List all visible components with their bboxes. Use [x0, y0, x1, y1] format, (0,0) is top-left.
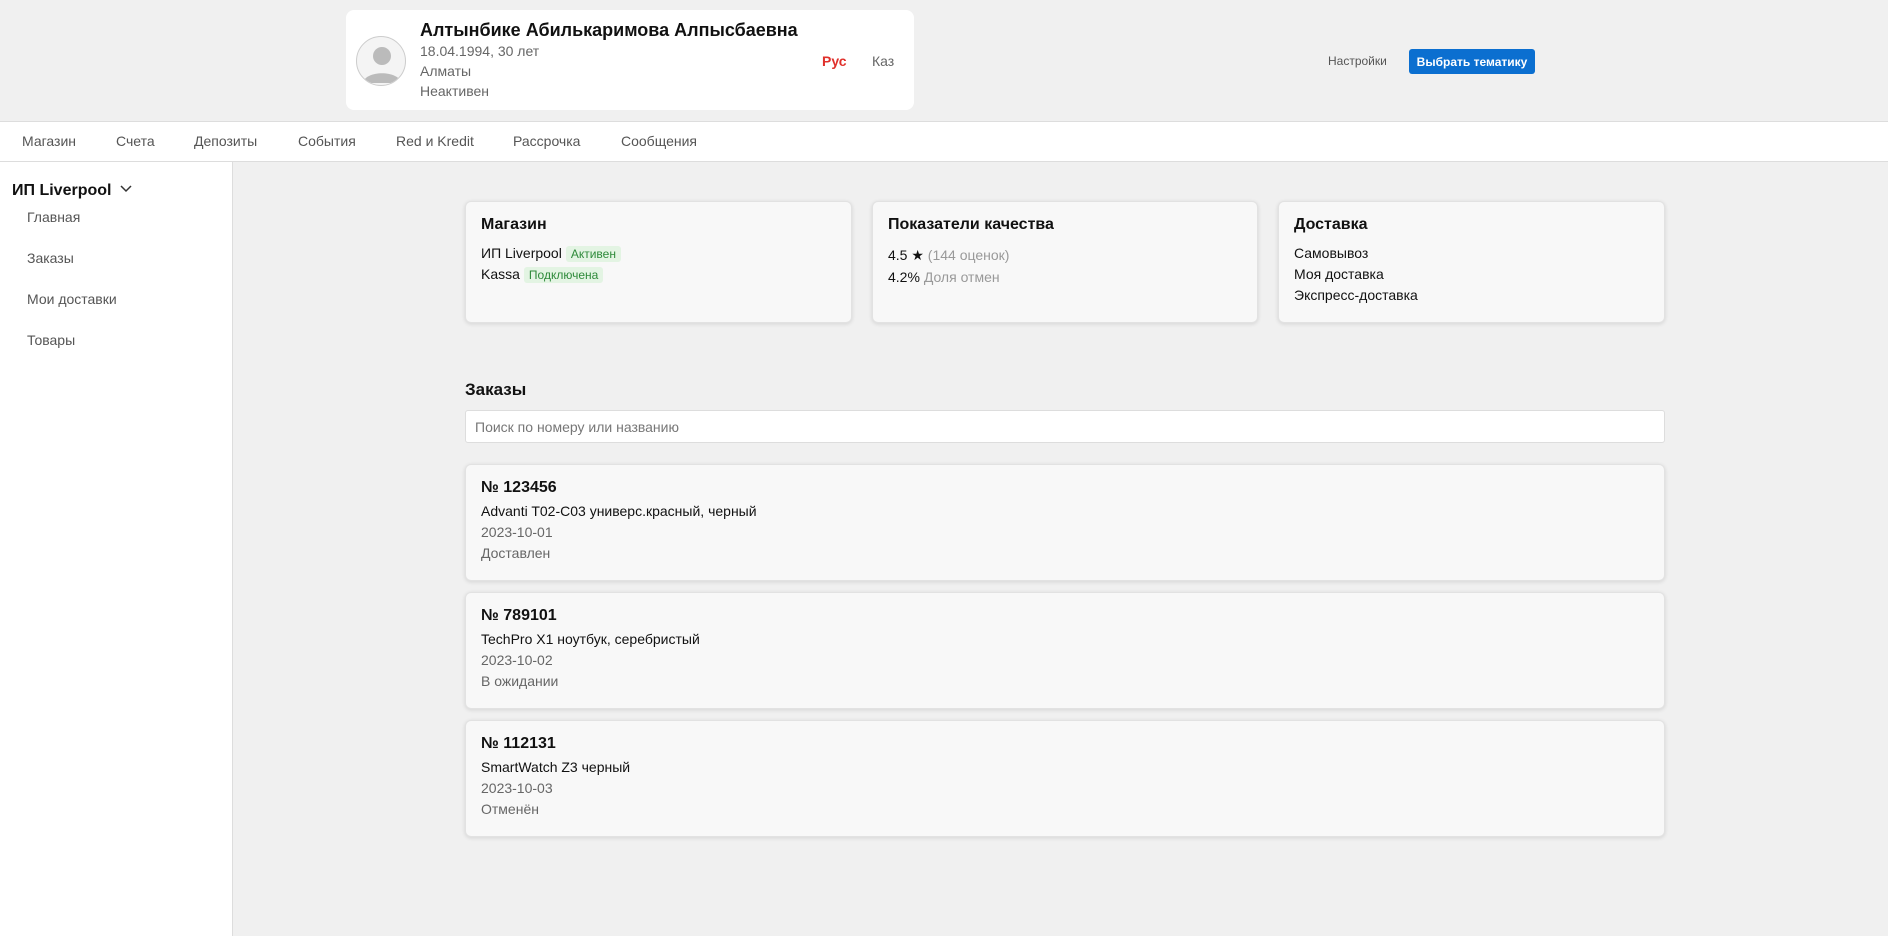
choose-theme-button[interactable]: Выбрать тематику: [1409, 49, 1535, 74]
shop-kassa-name: Kassa: [481, 266, 520, 282]
sidebar: ИП Liverpool Главная Заказы Мои доставки…: [0, 162, 233, 936]
delivery-card-title: Доставка: [1294, 216, 1368, 233]
delivery-option: Моя доставка: [1294, 266, 1384, 282]
order-product-name: TechPro X1 ноутбук, серебристый: [481, 631, 700, 647]
cancel-rate-note: Доля отмен: [923, 269, 1000, 285]
cancel-rate-value: 4.2%: [888, 269, 920, 285]
status-badge: Подключена: [523, 267, 604, 283]
header: Алтынбике Абилькаримова Алпысбаевна 18.0…: [0, 0, 1888, 121]
orders-search-input[interactable]: [465, 410, 1665, 443]
order-number: № 112131: [481, 735, 556, 752]
order-date: 2023-10-01: [481, 524, 553, 540]
lang-ru-button[interactable]: Рус: [822, 53, 847, 69]
nav-item-events[interactable]: События: [298, 133, 356, 149]
sidebar-item-home[interactable]: Главная: [27, 209, 80, 225]
order-number: № 789101: [481, 607, 557, 624]
shop-store-name: ИП Liverpool: [481, 245, 562, 261]
nav-item-messages[interactable]: Сообщения: [621, 133, 697, 149]
nav-item-installment[interactable]: Рассрочка: [513, 133, 580, 149]
rating-value: 4.5 ★: [888, 247, 924, 263]
order-date: 2023-10-02: [481, 652, 553, 668]
delivery-option: Экспресс-доставка: [1294, 287, 1418, 303]
shop-kassa-line: Kassa Подключена: [481, 266, 604, 283]
shop-card: Магазин ИП Liverpool Активен Kassa Подключ…: [465, 201, 852, 323]
nav-item-deposits[interactable]: Депозиты: [194, 133, 257, 149]
nav-item-accounts[interactable]: Счета: [116, 133, 155, 149]
lang-kz-button[interactable]: Каз: [872, 53, 894, 69]
order-status: Отменён: [481, 801, 539, 817]
order-number: № 123456: [481, 479, 557, 496]
rating-line: 4.5 ★ (144 оценок): [888, 247, 1009, 264]
order-card[interactable]: № 789101 TechPro X1 ноутбук, серебристый…: [465, 592, 1665, 709]
delivery-card: Доставка Самовывоз Моя доставка Экспресс…: [1278, 201, 1665, 323]
quality-card: Показатели качества 4.5 ★ (144 оценок) 4…: [872, 201, 1258, 323]
order-product-name: SmartWatch Z3 черный: [481, 759, 631, 775]
status-badge: Активен: [565, 246, 621, 262]
order-card[interactable]: № 123456 Advanti T02-C03 универс.красный…: [465, 464, 1665, 581]
order-date: 2023-10-03: [481, 780, 553, 796]
order-product-name: Advanti T02-C03 универс.красный, черный: [481, 503, 757, 519]
sidebar-item-products[interactable]: Товары: [27, 332, 75, 348]
orders-title: Заказы: [465, 380, 527, 399]
avatar: [356, 36, 406, 86]
store-select-label: ИП Liverpool: [12, 182, 112, 199]
sidebar-item-my-deliveries[interactable]: Мои доставки: [27, 291, 117, 307]
profile-city: Алматы: [420, 63, 472, 79]
chevron-down-icon: [120, 180, 132, 198]
nav-item-shop[interactable]: Магазин: [22, 133, 76, 149]
profile-name: Алтынбике Абилькаримова Алпысбаевна: [420, 20, 798, 40]
profile-card: Алтынбике Абилькаримова Алпысбаевна 18.0…: [346, 10, 914, 110]
shop-card-title: Магазин: [481, 216, 547, 233]
quality-card-title: Показатели качества: [888, 216, 1054, 233]
profile-dob-age: 18.04.1994, 30 лет: [420, 43, 540, 59]
profile-status: Неактивен: [420, 83, 489, 99]
cancel-rate-line: 4.2% Доля отмен: [888, 269, 1000, 285]
order-card[interactable]: № 112131 SmartWatch Z3 черный 2023-10-03…: [465, 720, 1665, 837]
top-nav: Магазин Счета Депозиты События Red и Kre…: [0, 121, 1888, 162]
delivery-option: Самовывоз: [1294, 245, 1369, 261]
settings-link[interactable]: Настройки: [1328, 54, 1387, 68]
store-select[interactable]: ИП Liverpool: [12, 180, 132, 200]
order-status: Доставлен: [481, 545, 551, 561]
sidebar-item-orders[interactable]: Заказы: [27, 250, 74, 266]
order-status: В ожидании: [481, 673, 559, 689]
shop-store-line: ИП Liverpool Активен: [481, 245, 621, 262]
nav-item-red-kredit[interactable]: Red и Kredit: [396, 133, 474, 149]
rating-note: (144 оценок): [927, 247, 1010, 263]
